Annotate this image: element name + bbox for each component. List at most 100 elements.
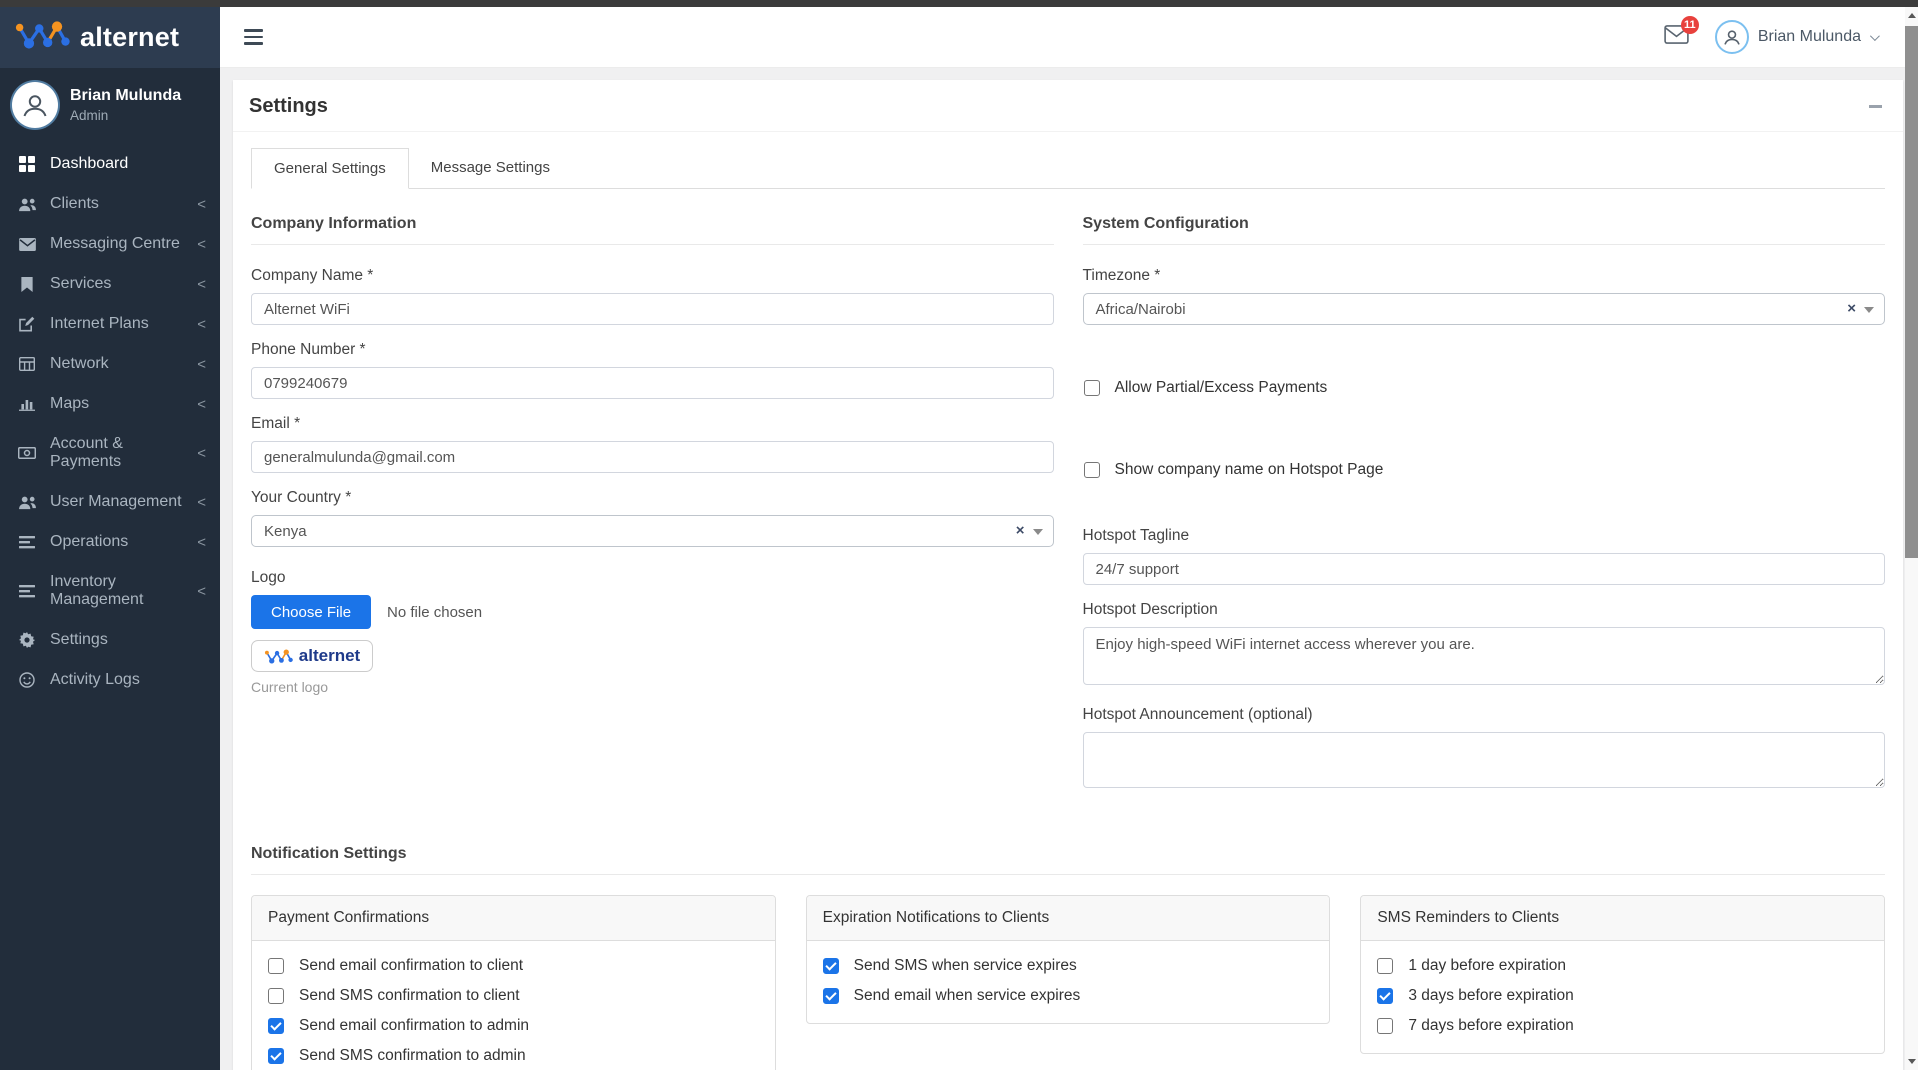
notification-settings-section: Notification Settings Payment Confirmati… [251,845,1885,1070]
show-company-name-checkbox[interactable]: Show company name on Hotspot Page [1084,461,1886,479]
list-icon [17,536,37,549]
scroll-up-icon[interactable] [1905,7,1918,24]
sidebar-item-network[interactable]: Network < [0,344,220,384]
logo-label: Logo [251,569,1054,587]
chevron-down-icon [1870,31,1880,41]
country-select[interactable]: Kenya × [251,515,1054,547]
checkbox-icon[interactable] [268,1048,284,1064]
users-icon [17,197,37,212]
timezone-select[interactable]: Africa/Nairobi × [1083,293,1886,325]
chevron-left-icon: < [197,356,206,373]
user-menu[interactable]: Brian Mulunda [1715,20,1877,54]
tab-message-settings[interactable]: Message Settings [409,148,572,188]
section-heading: Notification Settings [251,845,1885,863]
reminder-3-days-checkbox[interactable]: 3 days before expiration [1377,987,1868,1005]
topbar: 11 Brian Mulunda [220,7,1918,68]
send-email-service-expires-checkbox[interactable]: Send email when service expires [823,987,1314,1005]
sidebar-item-account-payments[interactable]: Account & Payments < [0,424,220,482]
send-email-confirmation-client-checkbox[interactable]: Send email confirmation to client [268,957,759,975]
checkbox-icon[interactable] [1084,462,1100,478]
envelope-icon [17,238,37,251]
money-icon [17,447,37,459]
chevron-left-icon: < [197,445,206,462]
chevron-left-icon: < [197,276,206,293]
file-chosen-status: No file chosen [387,604,482,621]
checkbox-icon[interactable] [268,958,284,974]
phone-number-field[interactable] [251,367,1054,399]
reminder-1-day-checkbox[interactable]: 1 day before expiration [1377,957,1868,975]
checkbox-icon[interactable] [1084,380,1100,396]
sidebar-item-settings[interactable]: Settings [0,620,220,660]
sidebar-item-user-management[interactable]: User Management < [0,482,220,522]
current-logo-image: alternet [251,640,373,672]
chevron-left-icon: < [197,494,206,511]
users-icon [17,495,37,510]
send-email-confirmation-admin-checkbox[interactable]: Send email confirmation to admin [268,1017,759,1035]
reminder-7-days-checkbox[interactable]: 7 days before expiration [1377,1017,1868,1035]
sidebar-item-dashboard[interactable]: Dashboard [0,144,220,184]
sidebar-item-clients[interactable]: Clients < [0,184,220,224]
table-icon [17,357,37,371]
send-sms-service-expires-checkbox[interactable]: Send SMS when service expires [823,957,1314,975]
panel-title: Expiration Notifications to Clients [807,896,1330,941]
section-heading: Company Information [251,215,1054,233]
checkbox-icon[interactable] [1377,958,1393,974]
sidebar-item-messaging-centre[interactable]: Messaging Centre < [0,224,220,264]
sidebar-user-panel: Brian Mulunda Admin [0,68,220,144]
sidebar-item-maps[interactable]: Maps < [0,384,220,424]
hotspot-tagline-label: Hotspot Tagline [1083,527,1886,545]
tab-general-settings[interactable]: General Settings [251,148,409,189]
smile-icon [17,672,37,688]
checkbox-icon[interactable] [1377,1018,1393,1034]
allow-partial-payments-checkbox[interactable]: Allow Partial/Excess Payments [1084,379,1886,397]
card-body: General Settings Message Settings Compan… [233,132,1903,1070]
hotspot-description-field[interactable]: Enjoy high-speed WiFi internet access wh… [1083,627,1886,685]
panel-title: SMS Reminders to Clients [1361,896,1884,941]
send-sms-confirmation-admin-checkbox[interactable]: Send SMS confirmation to admin [268,1047,759,1065]
country-label: Your Country * [251,489,1054,507]
sidebar-item-services[interactable]: Services < [0,264,220,304]
sidebar-toggle-icon[interactable] [244,29,263,45]
window-top-edge [0,0,1918,7]
system-configuration-section: System Configuration Timezone * Africa/N… [1083,215,1886,809]
user-avatar-icon [12,82,58,128]
section-heading: System Configuration [1083,215,1886,233]
brand-name: alternet [80,22,179,53]
page-scrollbar[interactable] [1905,7,1918,1070]
collapse-icon[interactable] [1865,97,1885,117]
choose-file-button[interactable]: Choose File [251,595,371,629]
sidebar-item-internet-plans[interactable]: Internet Plans < [0,304,220,344]
chevron-left-icon: < [197,583,206,600]
checkbox-icon[interactable] [268,1018,284,1034]
clear-selection-icon[interactable]: × [1016,522,1025,539]
divider [1083,244,1886,245]
envelope-icon [1664,31,1689,48]
sidebar-item-activity-logs[interactable]: Activity Logs [0,660,220,700]
checkbox-icon[interactable] [823,958,839,974]
main-area: 11 Brian Mulunda Settings [220,7,1918,1070]
email-field[interactable] [251,441,1054,473]
sidebar: alternet Brian Mulunda Admin Dashboard [0,7,220,1070]
clear-selection-icon[interactable]: × [1847,300,1856,317]
scroll-down-icon[interactable] [1905,1053,1918,1070]
send-sms-confirmation-client-checkbox[interactable]: Send SMS confirmation to client [268,987,759,1005]
sms-reminders-panel: SMS Reminders to Clients 1 day before ex… [1360,895,1885,1054]
unread-count-badge: 11 [1681,16,1699,34]
chevron-left-icon: < [197,236,206,253]
messages-button[interactable]: 11 [1664,25,1689,49]
scrollbar-thumb[interactable] [1905,26,1918,558]
checkbox-icon[interactable] [1377,988,1393,1004]
company-name-field[interactable] [251,293,1054,325]
sidebar-item-operations[interactable]: Operations < [0,522,220,562]
company-name-label: Company Name * [251,267,1054,285]
chevron-left-icon: < [197,316,206,333]
sidebar-item-inventory-management[interactable]: Inventory Management < [0,562,220,620]
brand-logo[interactable]: alternet [0,7,220,68]
bar-chart-icon [17,397,37,411]
hotspot-announcement-field[interactable] [1083,732,1886,788]
country-select-value: Kenya [264,523,307,540]
checkbox-icon[interactable] [823,988,839,1004]
checkbox-icon[interactable] [268,988,284,1004]
hotspot-tagline-field[interactable] [1083,553,1886,585]
gear-icon [17,632,37,648]
